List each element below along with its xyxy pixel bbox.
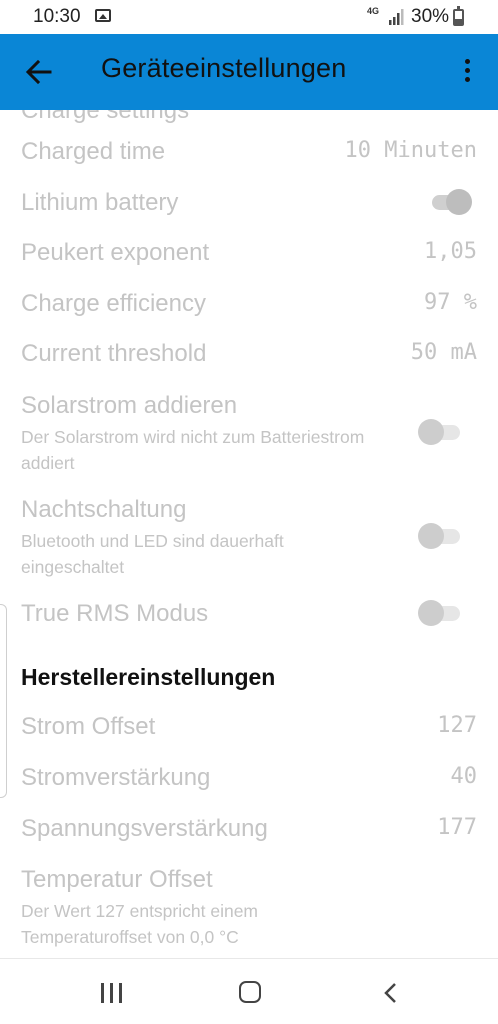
- setting-summary: Der Solarstrom wird nicht zum Batteriest…: [21, 427, 365, 473]
- setting-label: Current threshold: [21, 340, 207, 367]
- gallery-notification-icon: [95, 9, 111, 22]
- setting-solarstrom-addieren[interactable]: Solarstrom addieren Der Solarstrom wird …: [0, 380, 498, 480]
- setting-label: Temperatur Offset: [21, 866, 213, 893]
- setting-stromverstaerkung[interactable]: Stromverstärkung 40: [0, 754, 498, 804]
- setting-summary: Bluetooth und LED sind dauerhaft eingesc…: [21, 531, 284, 577]
- setting-value: 177: [437, 815, 477, 840]
- setting-label: Strom Offset: [21, 713, 156, 740]
- setting-value: 97 %: [424, 290, 477, 315]
- status-bar: 10:30 4G 30%: [0, 0, 498, 34]
- edge-panel-handle[interactable]: [0, 604, 7, 798]
- settings-list[interactable]: Charge settings Charged time 10 Minuten …: [0, 110, 498, 958]
- setting-label: Spannungsverstärkung: [21, 815, 268, 842]
- setting-value: 40: [450, 764, 478, 789]
- nachtschaltung-switch[interactable]: [418, 521, 464, 551]
- setting-charged-time[interactable]: Charged time 10 Minuten: [0, 126, 498, 176]
- more-vert-icon[interactable]: [456, 56, 478, 90]
- true-rms-switch[interactable]: [418, 598, 464, 628]
- setting-label: Nachtschaltung: [21, 496, 187, 523]
- setting-peukert-exponent[interactable]: Peukert exponent 1,05: [0, 227, 498, 277]
- setting-current-threshold[interactable]: Current threshold 50 mA: [0, 328, 498, 378]
- network-type-icon: 4G: [367, 7, 379, 16]
- setting-label: True RMS Modus: [21, 600, 209, 627]
- status-time: 10:30: [33, 6, 81, 27]
- setting-value: 1,05: [424, 239, 477, 264]
- network-type-label: 4G: [367, 6, 380, 16]
- signal-icon: [389, 9, 404, 25]
- setting-label: Lithium battery: [21, 189, 179, 216]
- page-title: Geräteeinstellungen: [101, 53, 347, 83]
- solarstrom-switch[interactable]: [418, 417, 464, 447]
- setting-lithium-battery[interactable]: Lithium battery: [0, 177, 498, 227]
- partial-category-row: Charge settings: [0, 110, 498, 124]
- setting-temperatur-offset[interactable]: Temperatur Offset Der Wert 127 entsprich…: [0, 856, 498, 956]
- setting-value: 10 Minuten: [344, 138, 477, 163]
- recent-apps-icon[interactable]: [101, 983, 123, 1003]
- partial-category-title: Charge settings: [21, 110, 190, 124]
- navigation-bar: [0, 958, 498, 1024]
- setting-strom-offset[interactable]: Strom Offset 127: [0, 703, 498, 753]
- setting-spannungsverstaerkung[interactable]: Spannungsverstärkung 177: [0, 805, 498, 855]
- setting-value: 127: [437, 713, 477, 738]
- setting-charge-efficiency[interactable]: Charge efficiency 97 %: [0, 278, 498, 328]
- category-herstellereinstellungen: Herstellereinstellungen: [0, 658, 498, 698]
- setting-true-rms-modus[interactable]: True RMS Modus: [0, 588, 498, 638]
- setting-nachtschaltung[interactable]: Nachtschaltung Bluetooth und LED sind da…: [0, 484, 498, 584]
- setting-label: Solarstrom addieren: [21, 392, 238, 419]
- setting-label: Charge efficiency: [21, 290, 206, 317]
- setting-label: Peukert exponent: [21, 239, 210, 266]
- back-chevron-icon[interactable]: [380, 981, 402, 1005]
- section-title: Herstellereinstellungen: [21, 664, 276, 690]
- battery-icon: [453, 6, 464, 26]
- home-icon[interactable]: [239, 981, 261, 1003]
- app-bar: Geräteeinstellungen: [0, 34, 498, 110]
- arrow-left-icon[interactable]: [22, 54, 56, 90]
- battery-percent: 30%: [411, 6, 450, 27]
- setting-label: Charged time: [21, 138, 166, 165]
- lithium-battery-switch[interactable]: [428, 187, 474, 217]
- setting-summary: Der Wert 127 entspricht einem Temperatur…: [21, 901, 259, 947]
- setting-value: 50 mA: [410, 340, 477, 365]
- setting-label: Stromverstärkung: [21, 764, 211, 791]
